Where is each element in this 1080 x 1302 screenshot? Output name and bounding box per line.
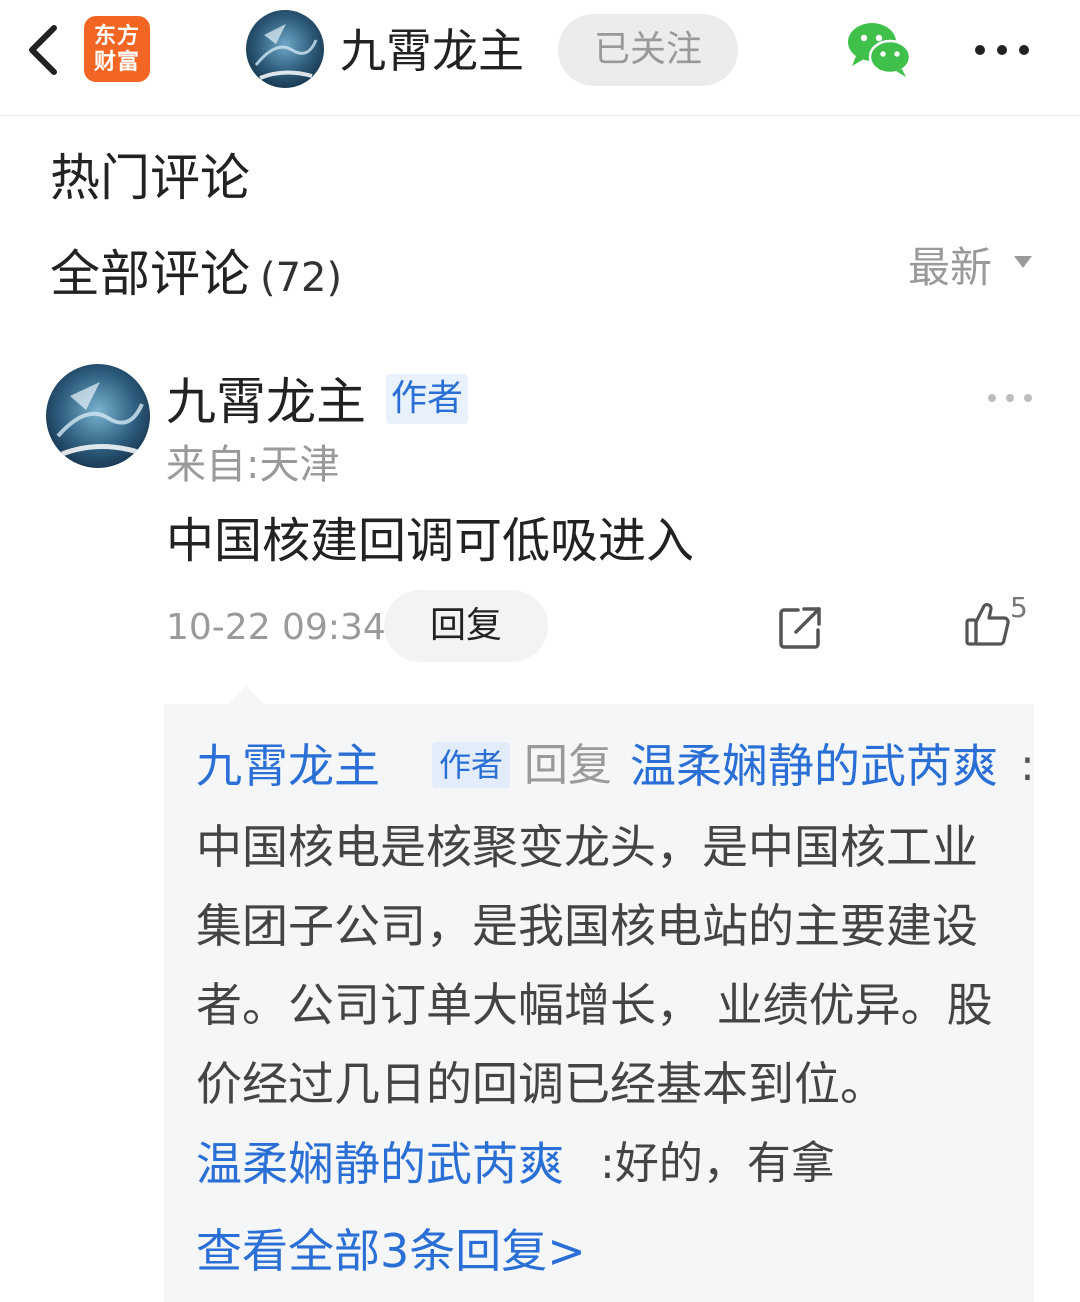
follow-button[interactable]: 已关注 <box>558 14 738 86</box>
wechat-icon[interactable] <box>846 20 912 78</box>
comment-avatar[interactable] <box>46 364 150 468</box>
all-comments-label: 全部评论 <box>50 245 250 303</box>
author-badge: 作者 <box>386 374 468 424</box>
comment-count: (72) <box>260 255 343 301</box>
replies-panel: 九霄龙主 作者 回复 温柔娴静的武芮爽 : 中国核电是核聚变龙头，是中国核工业集… <box>164 704 1035 1302</box>
reply-target-user[interactable]: 温柔娴静的武芮爽 <box>630 734 998 798</box>
comment-more-icon[interactable] <box>982 386 1038 410</box>
back-icon[interactable] <box>22 20 66 80</box>
comment-text: 中国核建回调可低吸进入 <box>166 513 695 569</box>
sort-dropdown[interactable]: 最新 <box>908 238 1038 298</box>
thumbs-up-icon[interactable] <box>964 600 1012 648</box>
second-reply-author[interactable]: 温柔娴静的武芮爽 <box>196 1132 564 1196</box>
reply-author[interactable]: 九霄龙主 <box>196 734 380 798</box>
share-icon[interactable] <box>776 604 824 652</box>
sort-label: 最新 <box>908 243 993 292</box>
reply-colon: : <box>1020 740 1035 791</box>
page-title: 九霄龙主 <box>340 24 524 78</box>
reply-body: 中国核电是核聚变龙头，是中国核工业集团子公司，是我国核电站的主要建设者。公司订单… <box>196 820 993 1111</box>
reply-word: 回复 <box>524 740 612 791</box>
reply-box-pointer <box>228 686 264 704</box>
more-options-icon[interactable] <box>970 30 1034 70</box>
reply-author-badge: 作者 <box>432 742 510 788</box>
comment-location: 来自:天津 <box>166 442 340 488</box>
app-logo[interactable]: 东方 财富 <box>84 16 150 82</box>
all-comments-heading: 全部评论 (72) <box>50 238 342 314</box>
avatar[interactable] <box>246 10 324 88</box>
comment-author[interactable]: 九霄龙主 <box>166 370 366 434</box>
hot-comments-heading: 热门评论 <box>50 149 250 207</box>
caret-down-icon <box>1014 256 1032 268</box>
reply-button[interactable]: 回复 <box>384 590 548 662</box>
comment-timestamp: 10-22 09:34 <box>166 607 386 648</box>
view-all-replies-link[interactable]: 查看全部3条回复> <box>196 1218 586 1284</box>
top-bar: 东方 财富 九霄龙主 已关注 <box>0 0 1080 116</box>
like-count: 5 <box>1010 591 1028 624</box>
second-reply-text: :好的，有拿 <box>600 1138 835 1189</box>
